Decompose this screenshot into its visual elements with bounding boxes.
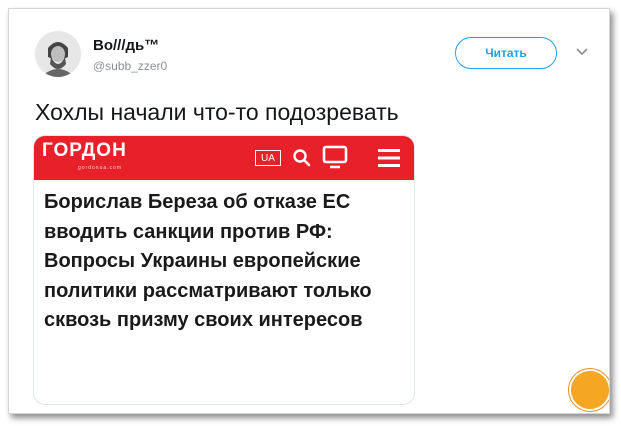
user-handle[interactable]: @subb_zzer0 — [93, 59, 167, 73]
tv-icon — [322, 145, 348, 169]
menu-icon — [378, 149, 400, 167]
link-card[interactable]: ГОРДОН gordonua.com UA Борислав Береза о… — [33, 135, 415, 405]
lang-badge: UA — [255, 150, 281, 166]
watermark-logo — [564, 364, 609, 413]
chevron-down-icon[interactable] — [575, 47, 589, 57]
tweet-text: Хохлы начали что-то подозревать — [35, 99, 399, 125]
avatar[interactable] — [35, 31, 81, 77]
card-headline[interactable]: Борислав Береза об отказе ЕС вводить сан… — [44, 188, 406, 336]
tweet-embed: Во///дь™ @subb_zzer0 Читать Хохлы начали… — [8, 8, 610, 414]
follow-button[interactable]: Читать — [455, 37, 557, 69]
display-name[interactable]: Во///дь™ — [93, 37, 159, 54]
avatar-portrait-icon — [35, 31, 81, 77]
search-icon — [293, 149, 311, 167]
brand-subtitle: gordonua.com — [78, 165, 122, 171]
brand-logo: ГОРДОН — [42, 140, 127, 161]
card-header: ГОРДОН gordonua.com UA — [34, 136, 414, 180]
